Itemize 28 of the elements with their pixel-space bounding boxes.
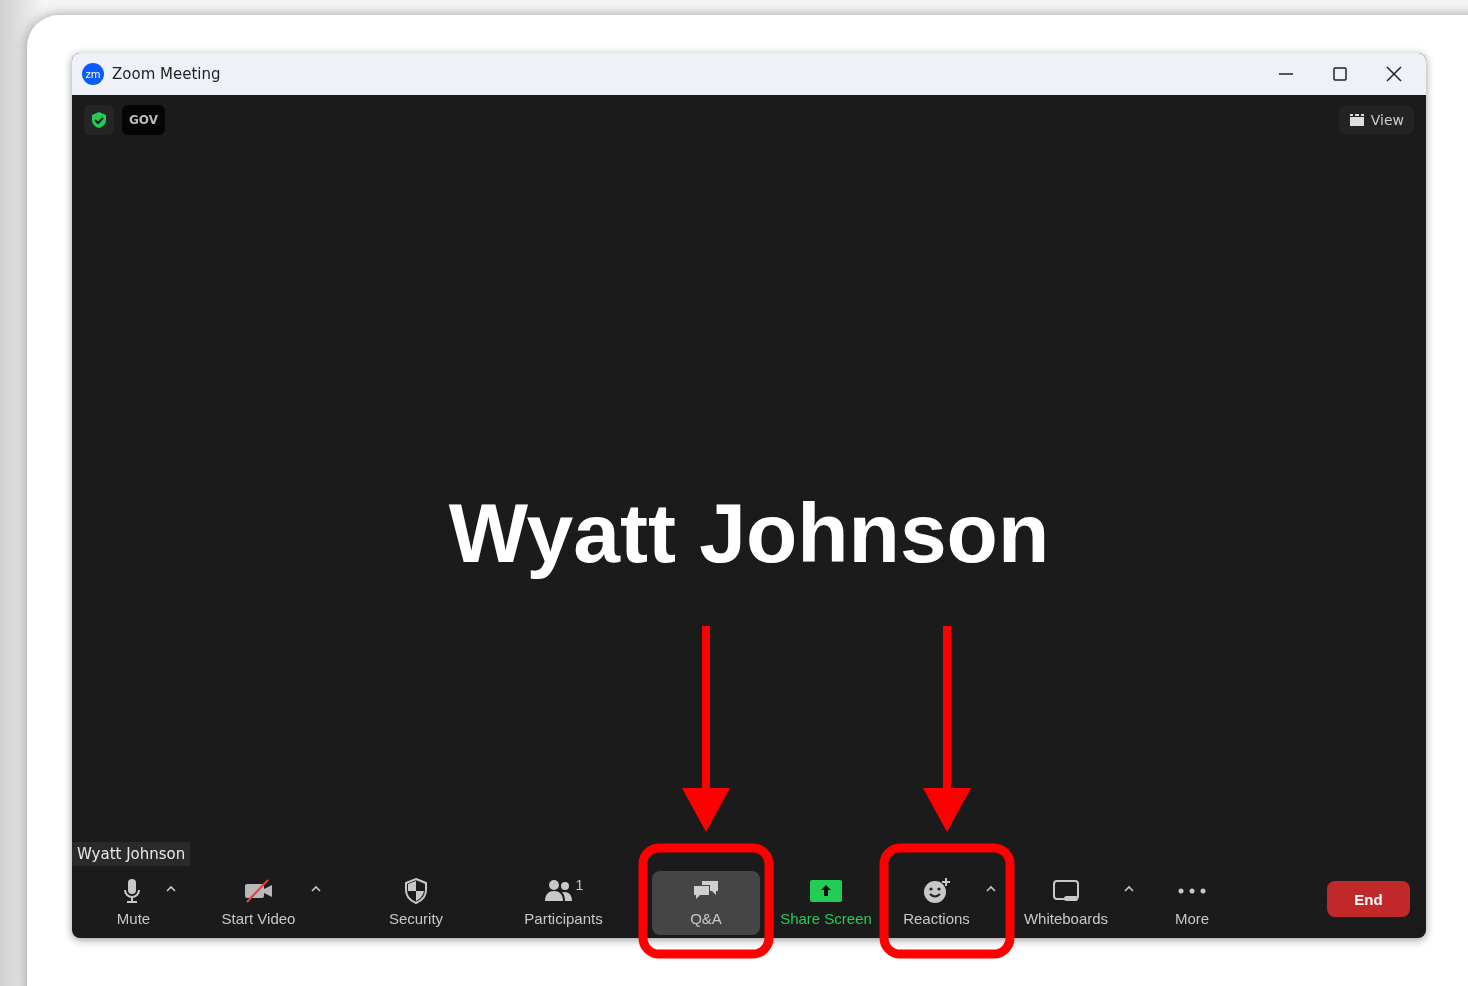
whiteboards-button[interactable]: Whiteboards [1017,869,1115,933]
participant-name: Wyatt Johnson [448,485,1050,582]
shield-icon [402,877,430,905]
qa-button[interactable]: Q&A [652,871,760,935]
video-button[interactable]: Start Video [215,869,302,933]
gov-badge: GOV [122,105,165,135]
name-tag: Wyatt Johnson [72,842,191,866]
caret-icon[interactable] [311,885,322,892]
view-button[interactable]: View [1338,106,1414,134]
smiley-icon [922,877,951,905]
end-button[interactable]: End [1327,881,1410,917]
video-off-icon [244,877,273,905]
close-icon[interactable] [1386,66,1402,82]
grid-icon [1348,113,1365,127]
participants-button[interactable]: 1 Participants [518,869,609,933]
encryption-shield-icon[interactable] [84,105,114,135]
mic-button[interactable]: Mute [110,869,157,933]
window-title: Zoom Meeting [112,65,222,83]
more-button[interactable]: More [1168,869,1216,933]
participant-count: 1 [575,877,584,893]
caret-icon[interactable] [1124,885,1135,892]
share-button[interactable]: Share Screen [780,869,872,933]
caret-icon[interactable] [985,885,996,892]
security-button[interactable]: Security [382,869,450,933]
maximize-icon[interactable] [1332,66,1348,82]
more-icon [1177,888,1207,894]
app-logo: zm [82,63,104,85]
caret-icon[interactable] [166,885,177,892]
